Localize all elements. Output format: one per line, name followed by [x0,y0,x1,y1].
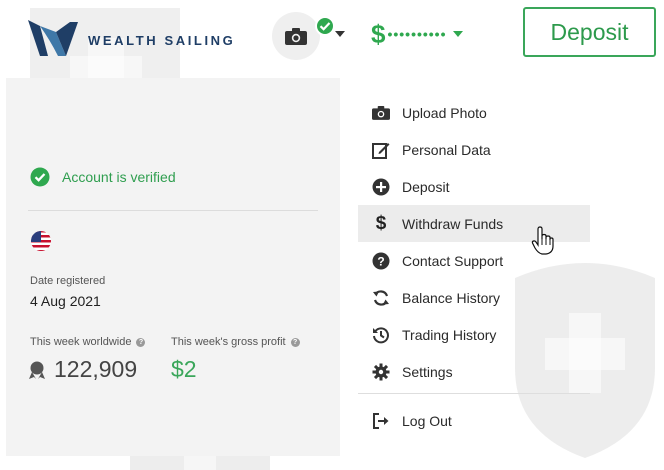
rank-medal-icon [29,361,45,379]
svg-text:?: ? [377,254,384,268]
plus-circle-icon [371,177,391,197]
chevron-down-icon[interactable] [334,30,346,38]
profile-photo-button[interactable] [272,12,335,60]
menu-item-deposit[interactable]: Deposit [358,168,590,205]
divider [28,210,318,211]
menu-item-label: Trading History [402,326,497,343]
balance-currency: $ [371,19,386,49]
camera-icon [371,103,391,123]
menu-item-settings[interactable]: Settings [358,353,590,390]
account-panel: Account is verified Date registered 4 Au… [6,78,340,456]
menu-item-upload-photo[interactable]: Upload Photo [358,94,590,131]
menu-item-contact-support[interactable]: ? Contact Support [358,242,590,279]
gear-icon [371,362,391,382]
week-worldwide-stat: 122,909 [28,356,137,383]
chevron-down-icon [453,31,464,37]
menu-item-label: Log Out [402,412,452,429]
menu-item-label: Balance History [402,289,501,306]
help-icon[interactable]: ? [290,338,300,347]
menu-item-label: Personal Data [402,141,491,158]
menu-item-label: Settings [402,363,453,380]
brand-logo[interactable]: WEALTH SAILING [26,16,246,64]
menu-item-label: Withdraw Funds [402,215,504,232]
verified-label: Account is verified [62,169,176,185]
history-icon [371,325,391,345]
account-verified-status: Account is verified [30,167,176,187]
week-profit-label: This week's gross profit? [171,336,300,348]
hand-cursor-icon [531,226,554,255]
menu-item-balance-history[interactable]: Balance History [358,279,590,316]
account-balance[interactable]: $ •••••••••• [371,20,464,48]
week-profit-label-text: This week's gross profit [171,336,286,348]
menu-divider [358,393,590,394]
help-icon[interactable]: ? [136,338,146,347]
edit-icon [371,140,391,160]
date-registered-value: 4 Aug 2021 [30,293,101,309]
menu-item-trading-history[interactable]: Trading History [358,316,590,353]
logout-icon [371,411,391,431]
week-worldwide-value: 122,909 [54,356,138,382]
week-worldwide-label-text: This week worldwide [30,336,132,348]
camera-icon [285,28,307,45]
menu-item-label: Deposit [402,178,450,195]
week-worldwide-label: This week worldwide? [30,336,146,348]
dollar-icon: $ [375,212,387,234]
logo-mark-icon [28,20,78,56]
verified-check-icon [315,16,335,36]
menu-item-label: Upload Photo [402,104,487,121]
brand-name: WEALTH SAILING [88,33,236,48]
us-flag-icon [31,231,51,251]
menu-item-label: Contact Support [402,252,504,269]
week-profit-value: $2 [171,356,197,382]
refresh-icon [371,288,391,308]
menu-item-personal-data[interactable]: Personal Data [358,131,590,168]
balance-value: •••••••••• [387,26,447,42]
menu-item-withdraw-funds[interactable]: $ Withdraw Funds [358,205,590,242]
menu-item-log-out[interactable]: Log Out [358,402,590,439]
check-circle-icon [30,167,50,187]
deposit-button[interactable]: Deposit [523,7,656,57]
date-registered-label: Date registered [30,275,106,287]
question-circle-icon: ? [371,251,391,271]
